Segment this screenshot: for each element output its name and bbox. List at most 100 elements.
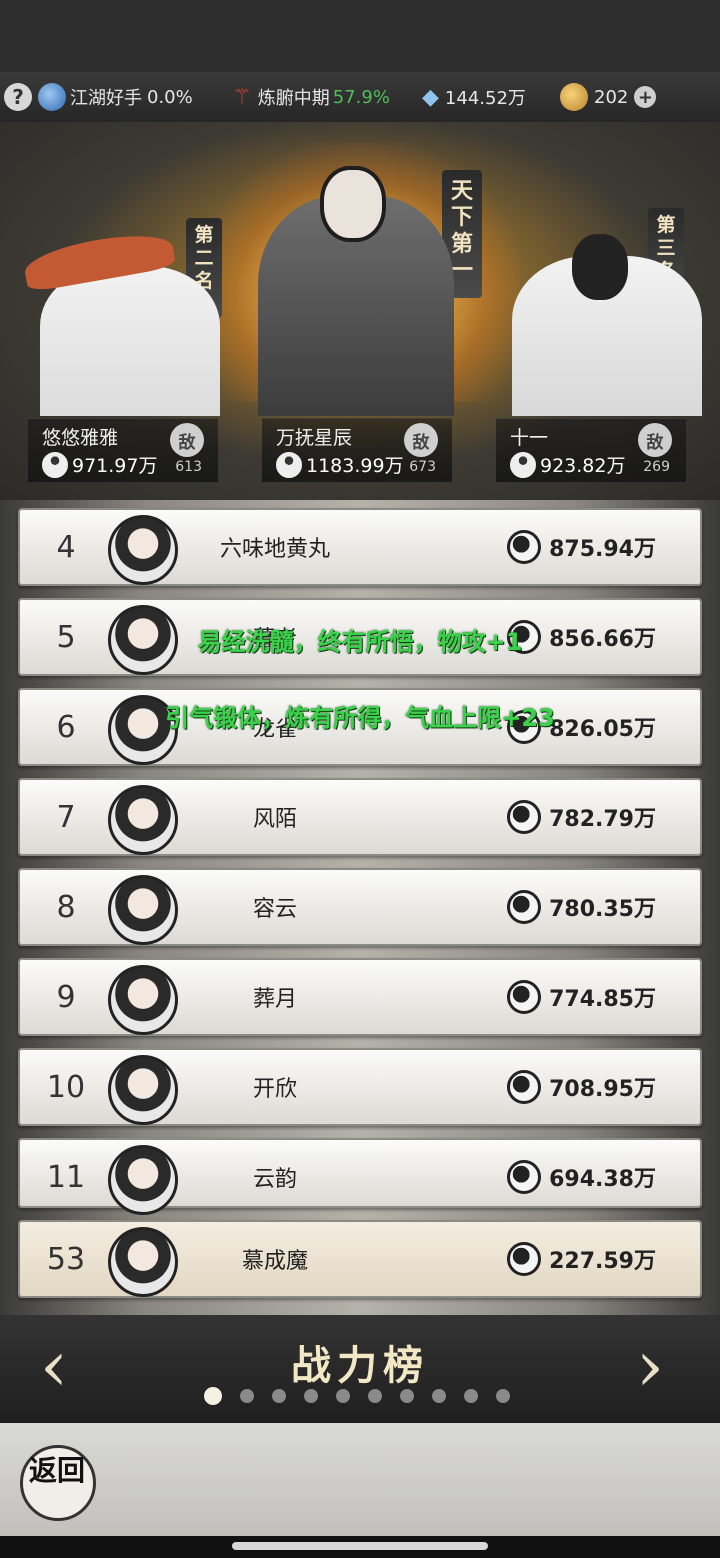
- yinyang-icon: [38, 83, 66, 111]
- power-value: 875.94万: [549, 537, 656, 562]
- player-avatar[interactable]: [108, 515, 178, 585]
- page-dot[interactable]: [464, 1389, 478, 1403]
- realm-percent: 57.9%: [332, 86, 390, 108]
- yinyang-icon: [507, 890, 542, 924]
- cultivation-toast: 引气锻体，炼有所得，气血上限+23: [165, 704, 555, 732]
- power-value: 782.79万: [549, 807, 656, 832]
- power-value: 774.85万: [549, 987, 656, 1012]
- second-place-power-value: 971.97万: [72, 455, 158, 477]
- crystal-indicator[interactable]: ◆ 144.52万: [422, 82, 526, 112]
- third-place-power-value: 923.82万: [540, 455, 626, 477]
- page-dot[interactable]: [272, 1389, 286, 1403]
- ranking-row[interactable]: 10 开欣 708.95万: [18, 1048, 702, 1126]
- rank-title-indicator[interactable]: 江湖好手 0.0%: [38, 82, 193, 112]
- my-name: 慕成魔: [241, 1249, 308, 1274]
- back-button[interactable]: 返回: [20, 1445, 96, 1521]
- leaderboard-pager: ‹ 战力榜 ›: [0, 1315, 720, 1423]
- yinyang-icon: [507, 530, 542, 564]
- player-power: 780.35万: [507, 870, 656, 944]
- page-dot[interactable]: [432, 1389, 446, 1403]
- challenge-button[interactable]: 敌: [638, 423, 672, 457]
- rank-title: 江湖好手: [70, 88, 142, 109]
- my-avatar[interactable]: [108, 1227, 178, 1297]
- power-icon: [42, 451, 68, 478]
- player-power: 694.38万: [507, 1140, 656, 1214]
- page-dot[interactable]: [400, 1389, 414, 1403]
- third-place-power: 923.82万: [510, 451, 625, 478]
- first-place-head: [320, 166, 386, 242]
- resource-bar: ? 江湖好手 0.0% ⚚ 炼腑中期 57.9% ◆ 144.52万 202 +: [0, 72, 720, 122]
- power-value: 694.38万: [549, 1167, 656, 1192]
- player-avatar[interactable]: [108, 785, 178, 855]
- page-dot[interactable]: [204, 1387, 222, 1405]
- my-ranking-row[interactable]: 53 慕成魔 227.59万: [18, 1220, 702, 1298]
- top-three-podium: 第二名 天下第一 第三名 悠悠雅雅 971.97万 敌 613 万抚星辰 118…: [0, 122, 720, 500]
- home-indicator: [0, 1536, 720, 1558]
- currency-indicator[interactable]: 202 +: [560, 82, 657, 112]
- player-name: 云韵: [252, 1167, 297, 1192]
- yinyang-icon: [507, 1160, 542, 1194]
- rank-percent: 0.0%: [147, 86, 193, 108]
- rank-number: 10: [46, 1069, 86, 1105]
- ranking-row[interactable]: 9 葬月 774.85万: [18, 958, 702, 1036]
- player-avatar[interactable]: [108, 1055, 178, 1125]
- next-board-arrow-icon[interactable]: ›: [636, 1331, 664, 1401]
- ranking-row[interactable]: 4 六味地黄丸 875.94万: [18, 508, 702, 586]
- power-icon: [510, 451, 536, 478]
- rank-number: 9: [56, 979, 76, 1015]
- player-avatar[interactable]: [108, 875, 178, 945]
- add-currency-button[interactable]: +: [634, 86, 657, 108]
- rank-number: 7: [56, 799, 76, 835]
- cultivation-toast: 易经洗髓，终有所悟，物攻+1: [197, 628, 523, 656]
- first-place-power: 1183.99万: [276, 451, 404, 478]
- page-dot[interactable]: [240, 1389, 254, 1403]
- yinyang-icon: [507, 800, 542, 834]
- second-place-name: 悠悠雅雅: [42, 427, 119, 449]
- third-place-seal-number: 269: [643, 459, 670, 475]
- challenge-button[interactable]: 敌: [404, 423, 438, 457]
- player-avatar[interactable]: [108, 965, 178, 1035]
- page-dot[interactable]: [368, 1389, 382, 1403]
- question-icon: ?: [4, 83, 32, 111]
- currency-amount: 202: [594, 86, 629, 108]
- page-indicator: [204, 1387, 528, 1405]
- player-name: 开欣: [252, 1077, 297, 1102]
- ranking-row[interactable]: 8 容云 780.35万: [18, 868, 702, 946]
- leaderboard-title: 战力榜: [291, 1342, 429, 1389]
- ranking-row[interactable]: 11 云韵 694.38万: [18, 1138, 702, 1215]
- crystal-amount: 144.52万: [444, 88, 526, 109]
- coin-icon: [560, 83, 588, 111]
- my-power-value: 227.59万: [549, 1249, 656, 1274]
- player-power: 782.79万: [507, 780, 656, 854]
- rank-number: 11: [46, 1159, 86, 1195]
- power-value: 780.35万: [549, 897, 656, 922]
- page-dot[interactable]: [304, 1389, 318, 1403]
- player-name: 六味地黄丸: [219, 537, 330, 562]
- player-power: 708.95万: [507, 1050, 656, 1124]
- player-name: 风陌: [252, 807, 297, 832]
- my-power: 227.59万: [507, 1222, 656, 1296]
- realm-name: 炼腑中期: [257, 88, 330, 109]
- second-place-power: 971.97万: [42, 451, 157, 478]
- flame-icon: ⚚: [232, 84, 252, 110]
- realm-indicator[interactable]: ⚚ 炼腑中期 57.9%: [232, 82, 390, 112]
- player-avatar[interactable]: [108, 1145, 178, 1215]
- first-place-name: 万抚星辰: [276, 427, 353, 449]
- third-place-card[interactable]: 十一 923.82万 敌 269: [496, 418, 686, 482]
- player-power: 774.85万: [507, 960, 656, 1034]
- second-place-character[interactable]: [40, 266, 220, 416]
- first-place-power-value: 1183.99万: [306, 455, 404, 477]
- third-place-name: 十一: [510, 427, 549, 449]
- status-strip: [0, 0, 720, 72]
- yinyang-icon: [507, 980, 542, 1014]
- second-place-card[interactable]: 悠悠雅雅 971.97万 敌 613: [28, 418, 218, 482]
- ranking-row[interactable]: 7 风陌 782.79万: [18, 778, 702, 856]
- page-dot[interactable]: [496, 1389, 510, 1403]
- page-dot[interactable]: [336, 1389, 350, 1403]
- third-place-head: [572, 234, 628, 300]
- first-place-card[interactable]: 万抚星辰 1183.99万 敌 673: [262, 418, 452, 482]
- help-button[interactable]: ?: [4, 82, 32, 112]
- rank-number: 4: [56, 529, 76, 565]
- challenge-button[interactable]: 敌: [170, 423, 204, 457]
- crystal-icon: ◆: [422, 84, 439, 110]
